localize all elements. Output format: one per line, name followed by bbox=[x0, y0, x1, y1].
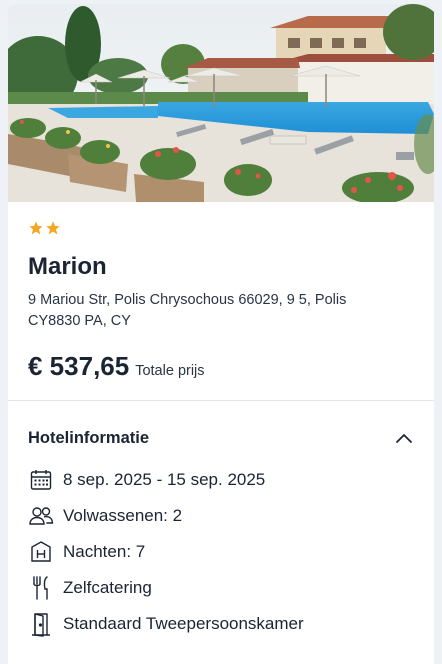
divider bbox=[8, 400, 434, 402]
star-icon bbox=[45, 220, 61, 236]
cutlery-icon bbox=[28, 575, 54, 601]
hotel-name: Marion bbox=[28, 253, 107, 280]
price-row: € 537,65 Totale prijs bbox=[28, 351, 414, 382]
hotel-info-section: Hotelinformatie 8 sep. 2025 - 15 sep. 20… bbox=[8, 428, 434, 642]
star-rating bbox=[28, 220, 414, 236]
hotel-h-icon bbox=[28, 539, 54, 565]
hotel-details-list: 8 sep. 2025 - 15 sep. 2025 Volwassenen: … bbox=[28, 462, 414, 642]
hotel-card: Marion 9 Mariou Str, Polis Chrysochous 6… bbox=[8, 4, 434, 664]
detail-room: Standaard Tweepersoonskamer bbox=[28, 606, 414, 642]
detail-dates: 8 sep. 2025 - 15 sep. 2025 bbox=[28, 462, 414, 498]
detail-nights: Nachten: 7 bbox=[28, 534, 414, 570]
pool-photo bbox=[8, 4, 434, 202]
hotel-address: 9 Mariou Str, Polis Chrysochous 66029, 9… bbox=[28, 292, 347, 330]
detail-dates-text: 8 sep. 2025 - 15 sep. 2025 bbox=[63, 470, 266, 490]
detail-board: Zelfcatering bbox=[28, 570, 414, 606]
detail-room-text: Standaard Tweepersoonskamer bbox=[63, 614, 304, 634]
price-label: Totale prijs bbox=[135, 363, 205, 380]
total-price: € 537,65 bbox=[28, 351, 130, 382]
detail-adults-text: Volwassenen: 2 bbox=[63, 506, 183, 526]
door-icon bbox=[28, 611, 54, 638]
hotel-image[interactable] bbox=[8, 4, 434, 202]
detail-adults: Volwassenen: 2 bbox=[28, 498, 414, 534]
calendar-icon bbox=[28, 467, 54, 493]
chevron-up-icon[interactable] bbox=[394, 428, 414, 448]
users-icon bbox=[28, 503, 54, 529]
hotel-info-header[interactable]: Hotelinformatie bbox=[28, 428, 414, 448]
detail-nights-text: Nachten: 7 bbox=[63, 542, 146, 562]
detail-board-text: Zelfcatering bbox=[63, 578, 152, 598]
star-icon bbox=[28, 220, 44, 236]
section-title: Hotelinformatie bbox=[28, 428, 150, 447]
